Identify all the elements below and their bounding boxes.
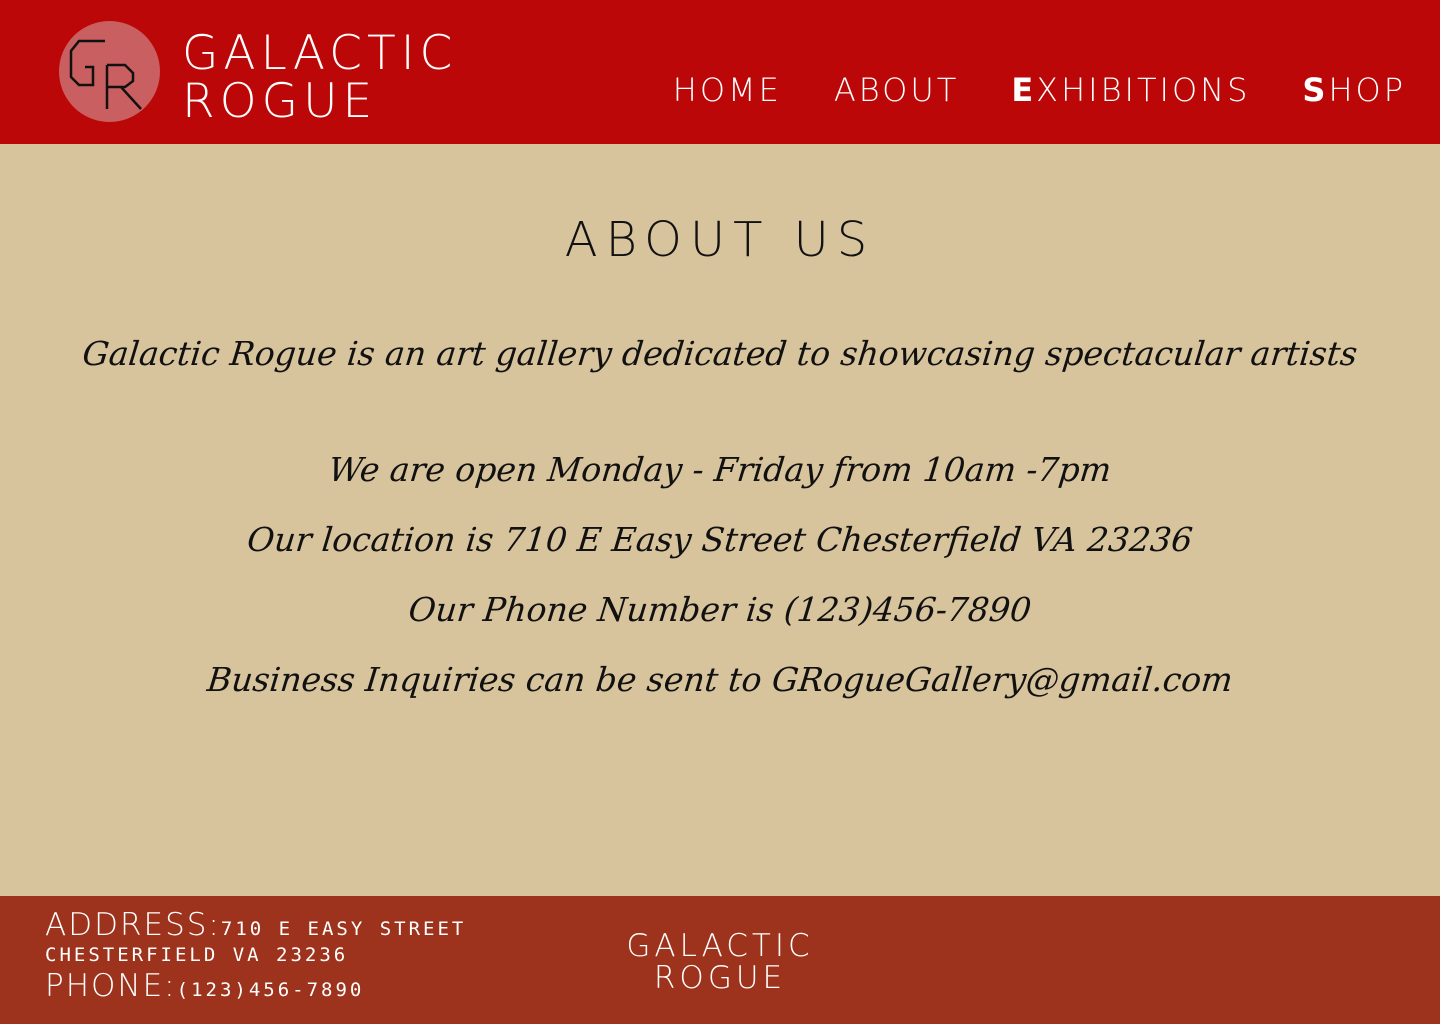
nav-home[interactable]: HOME (673, 72, 782, 108)
address-line-1: 710 E EASY STREET (220, 918, 467, 940)
nav-about[interactable]: ABOUT (834, 72, 959, 108)
main-nav: HOME ABOUT EXHIBITIONS SHOP (673, 72, 1406, 108)
phone-text: Our Phone Number is (123)456-7890 (406, 590, 1034, 629)
brand-name[interactable]: GALACTIC ROGUE (182, 30, 457, 126)
location-text: Our location is 710 E Easy Street Cheste… (245, 520, 1195, 559)
address-row: ADDRESS:710 E EASY STREET (45, 910, 466, 945)
page-title: ABOUT US (564, 212, 876, 268)
address-line-2: CHESTERFIELD VA 23236 (45, 944, 349, 966)
nav-exhibitions[interactable]: EXHIBITIONS (1011, 72, 1250, 108)
site-footer: ADDRESS:710 E EASY STREET CHESTERFIELD V… (0, 896, 1440, 1024)
nav-shop[interactable]: SHOP (1302, 72, 1406, 108)
site-header: GALACTIC ROGUE HOME ABOUT EXHIBITIONS SH… (0, 0, 1440, 144)
address-label: ADDRESS: (45, 907, 221, 943)
footer-brand-line-2: ROGUE (653, 960, 787, 996)
phone-label: PHONE: (45, 968, 177, 1004)
inquiries-text: Business Inquiries can be sent to GRogue… (205, 660, 1235, 699)
logo[interactable] (59, 21, 160, 122)
brand-line-1: GALACTIC (182, 26, 458, 81)
phone-row: PHONE:(123)456-7890 (45, 969, 466, 1008)
intro-text: Galactic Rogue is an art gallery dedicat… (80, 334, 1360, 373)
brand-line-2: ROGUE (182, 74, 378, 129)
gr-monogram-logo-icon (69, 39, 142, 110)
contact-info: ADDRESS:710 E EASY STREET CHESTERFIELD V… (45, 910, 466, 1008)
footer-brand-line-1: GALACTIC (626, 928, 814, 964)
footer-brand[interactable]: GALACTIC ROGUE (600, 930, 840, 994)
hours-text: We are open Monday - Friday from 10am -7… (326, 450, 1114, 489)
phone-value[interactable]: (123)456-7890 (177, 979, 365, 1001)
